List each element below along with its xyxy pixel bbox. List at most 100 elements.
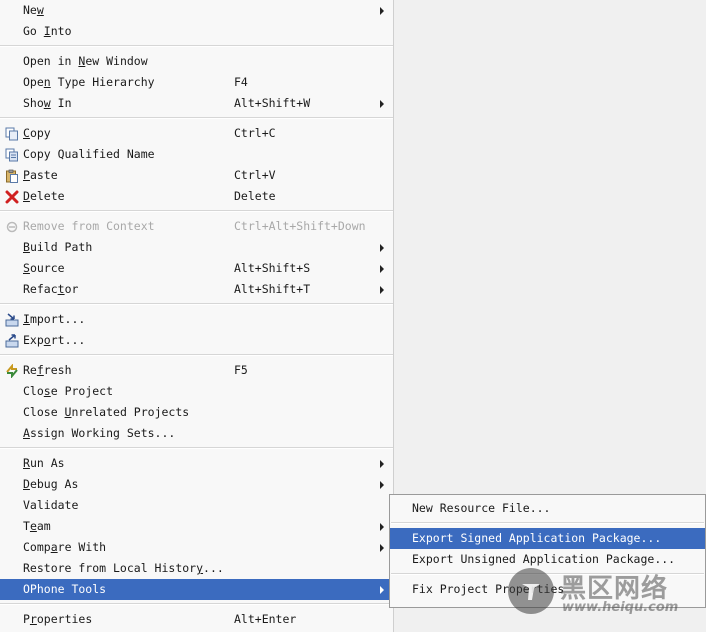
menu-item-label: Refactor [23,282,79,296]
menu-item-restore-from-local-history[interactable]: Restore from Local History... [0,558,393,579]
menu-item-label: Properties [23,612,93,626]
menu-item-label: New [23,3,44,17]
menu-item-debug-as[interactable]: Debug As [0,474,393,495]
menu-item-shortcut: Delete [234,189,276,203]
menu-item-label: Export... [23,333,86,347]
menu-item-label: Refresh [23,363,72,377]
menu-separator [0,354,393,356]
delete-icon [4,189,19,204]
menu-item-go-into[interactable]: Go Into [0,21,393,42]
menu-separator [0,447,393,449]
menu-item-label: Copy Qualified Name [23,147,155,161]
menu-item-compare-with[interactable]: Compare With [0,537,393,558]
menu-item-build-path[interactable]: Build Path [0,237,393,258]
remove-from-context-icon [4,219,19,234]
submenu-arrow-icon [380,481,384,489]
menu-item-label: Build Path [23,240,93,254]
menu-item-label: Delete [23,189,65,203]
context-menu: New Go Into Open in New Window Open Type… [0,0,394,632]
menu-item-team[interactable]: Team [0,516,393,537]
menu-item-label: New Resource File... [412,501,551,515]
submenu-arrow-icon [380,244,384,252]
menu-item-shortcut: Alt+Shift+W [234,96,311,110]
menu-separator [0,117,393,119]
menu-item-shortcut: Alt+Shift+T [234,282,311,296]
menu-item-label: Restore from Local History... [23,561,224,575]
menu-item-import[interactable]: Import... [0,309,393,330]
menu-item-label: Team [23,519,51,533]
submenu-arrow-icon [380,7,384,15]
menu-item-properties[interactable]: Properties Alt+Enter [0,609,393,630]
menu-separator [0,210,393,212]
menu-item-copy[interactable]: Copy Ctrl+C [0,123,393,144]
menu-item-export[interactable]: Export... [0,330,393,351]
menu-item-delete[interactable]: Delete Delete [0,186,393,207]
menu-item-label: OPhone Tools [23,582,107,596]
menu-item-label: Assign Working Sets... [23,426,176,440]
menu-separator [391,522,704,524]
menu-item-label: Run As [23,456,65,470]
submenu-arrow-icon [380,265,384,273]
menu-separator [391,573,704,575]
submenu-item-export-unsigned-application-package[interactable]: Export Unsigned Application Package... [390,549,705,570]
menu-item-label: Source [23,261,65,275]
submenu-arrow-icon [380,586,384,594]
menu-item-label: Validate [23,498,79,512]
menu-item-label: Copy [23,126,51,140]
menu-item-new[interactable]: New [0,0,393,21]
menu-separator [0,603,393,605]
menu-item-label: Fix Project Properties [412,582,565,596]
menu-item-label: Export Signed Application Package... [412,531,662,545]
menu-item-label: Compare With [23,540,107,554]
submenu-item-fix-project-properties[interactable]: Fix Project Properties [390,579,705,600]
submenu-arrow-icon [380,100,384,108]
ophone-tools-submenu: New Resource File... Export Signed Appli… [389,494,706,608]
menu-item-assign-working-sets[interactable]: Assign Working Sets... [0,423,393,444]
menu-item-paste[interactable]: Paste Ctrl+V [0,165,393,186]
menu-item-validate[interactable]: Validate [0,495,393,516]
menu-item-label: Paste [23,168,58,182]
import-icon [4,312,19,327]
menu-item-refresh[interactable]: Refresh F5 [0,360,393,381]
menu-item-run-as[interactable]: Run As [0,453,393,474]
menu-item-label: Debug As [23,477,79,491]
menu-item-label: Show In [23,96,72,110]
menu-item-label: Import... [23,312,86,326]
menu-item-label: Remove from Context [23,219,155,233]
submenu-item-new-resource-file[interactable]: New Resource File... [390,498,705,519]
copy-qualified-name-icon [4,147,19,162]
menu-item-open-type-hierarchy[interactable]: Open Type Hierarchy F4 [0,72,393,93]
menu-item-label: Go Into [23,24,72,38]
menu-item-open-in-new-window[interactable]: Open in New Window [0,51,393,72]
menu-item-label: Close Unrelated Projects [23,405,190,419]
menu-item-label: Open Type Hierarchy [23,75,155,89]
menu-item-shortcut: F4 [234,75,248,89]
menu-item-shortcut: Ctrl+Alt+Shift+Down [234,219,366,233]
menu-item-shortcut: Ctrl+C [234,126,276,140]
menu-item-shortcut: Alt+Enter [234,612,297,626]
submenu-item-export-signed-application-package[interactable]: Export Signed Application Package... [390,528,705,549]
menu-item-show-in[interactable]: Show In Alt+Shift+W [0,93,393,114]
submenu-arrow-icon [380,544,384,552]
copy-icon [4,126,19,141]
submenu-arrow-icon [380,460,384,468]
menu-item-source[interactable]: Source Alt+Shift+S [0,258,393,279]
menu-item-shortcut: F5 [234,363,248,377]
menu-item-label: Close Project [23,384,114,398]
menu-item-label: Open in New Window [23,54,148,68]
submenu-arrow-icon [380,286,384,294]
refresh-icon [4,363,19,378]
menu-item-copy-qualified-name[interactable]: Copy Qualified Name [0,144,393,165]
menu-item-shortcut: Ctrl+V [234,168,276,182]
menu-item-shortcut: Alt+Shift+S [234,261,311,275]
menu-item-ophone-tools[interactable]: OPhone Tools [0,579,393,600]
paste-icon [4,168,19,183]
menu-item-remove-from-context: Remove from Context Ctrl+Alt+Shift+Down [0,216,393,237]
export-icon [4,333,19,348]
menu-separator [0,303,393,305]
menu-item-close-unrelated-projects[interactable]: Close Unrelated Projects [0,402,393,423]
menu-item-label: Export Unsigned Application Package... [412,552,676,566]
menu-item-close-project[interactable]: Close Project [0,381,393,402]
submenu-arrow-icon [380,523,384,531]
menu-item-refactor[interactable]: Refactor Alt+Shift+T [0,279,393,300]
